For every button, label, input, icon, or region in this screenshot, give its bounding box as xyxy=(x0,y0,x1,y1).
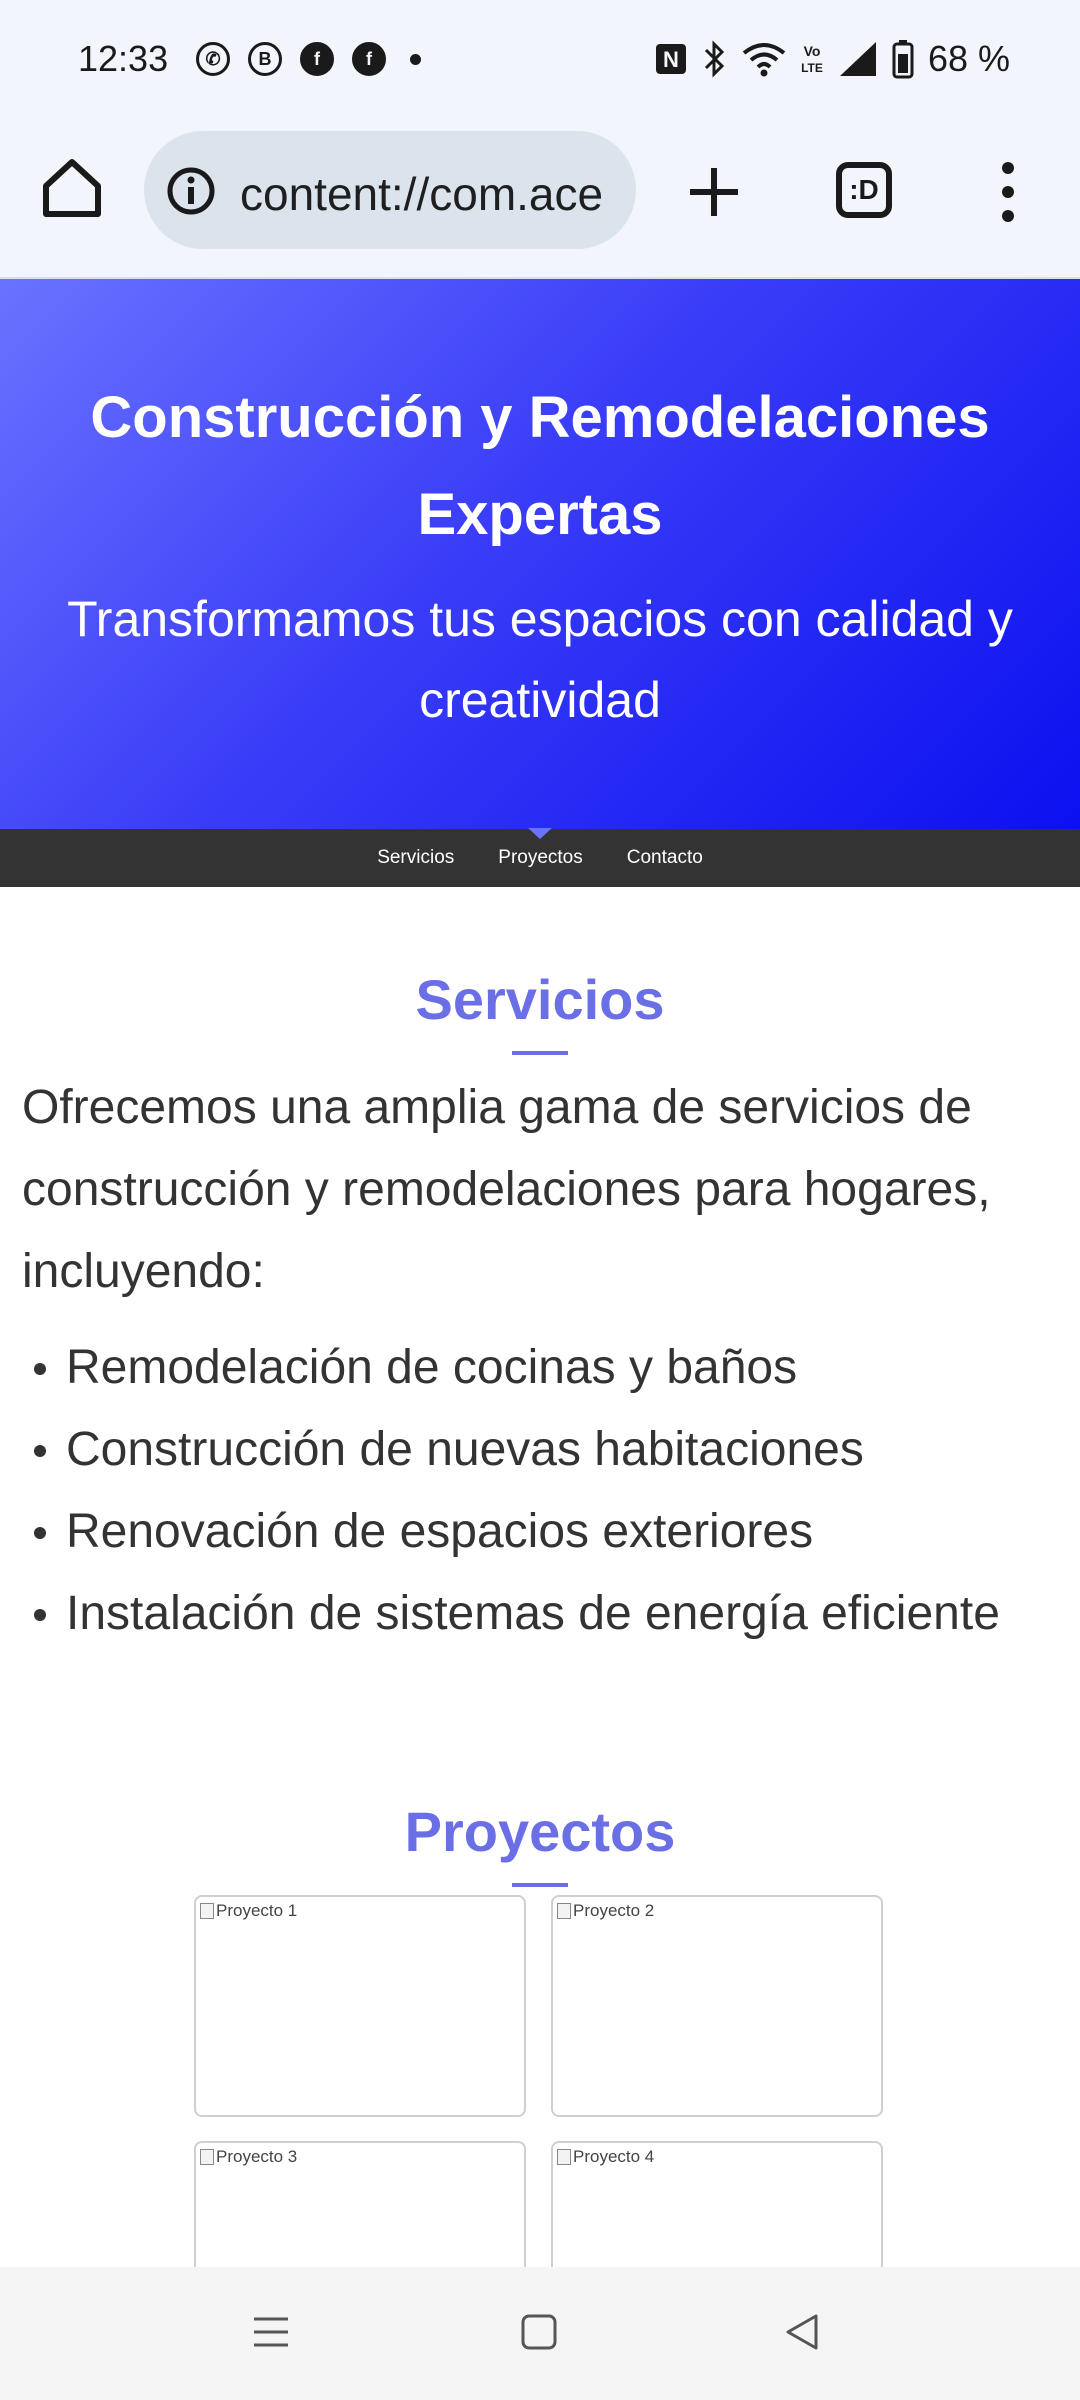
nav-link-contacto[interactable]: Contacto xyxy=(627,847,703,869)
services-title: Servicios xyxy=(415,968,665,1031)
project-image-alt: Proyecto 3 xyxy=(200,2147,297,2167)
home-icon[interactable] xyxy=(36,152,108,224)
services-title-underline xyxy=(512,1051,568,1055)
volte-icon: Vo LTE xyxy=(801,43,823,75)
home-nav-icon[interactable] xyxy=(518,2311,560,2353)
list-item: Remodelación de cocinas y baños xyxy=(22,1327,1062,1409)
svg-text:N: N xyxy=(663,47,679,72)
recent-apps-icon[interactable] xyxy=(250,2311,292,2353)
hero-banner: Construcción y Remodelaciones Expertas T… xyxy=(0,279,1080,829)
broken-image-icon xyxy=(557,2149,571,2165)
projects-title: Proyectos xyxy=(404,1800,676,1863)
battery-percent: 68 % xyxy=(927,38,1010,79)
project-image-alt: Proyecto 2 xyxy=(557,1901,654,1921)
info-icon[interactable] xyxy=(166,166,216,216)
svg-text:Vo: Vo xyxy=(804,43,821,59)
hero-subtitle: Transformamos tus espacios con calidad y… xyxy=(67,591,1013,728)
more-menu-icon[interactable] xyxy=(984,162,1032,222)
back-icon[interactable] xyxy=(782,2311,824,2353)
address-bar[interactable]: content://com.ace xyxy=(144,131,636,249)
svg-text:LTE: LTE xyxy=(801,61,823,75)
nav-link-servicios[interactable]: Servicios xyxy=(377,847,454,869)
status-bar: 12:33 ✆ B f f N Vo LTE 68 % xyxy=(0,0,1080,122)
url-text[interactable]: content://com.ace xyxy=(240,167,603,221)
broken-image-icon xyxy=(200,1903,214,1919)
site-nav: Servicios Proyectos Contacto xyxy=(0,828,1080,887)
project-image-1[interactable]: Proyecto 1 xyxy=(194,1895,526,2117)
status-time: 12:33 xyxy=(78,38,169,79)
more-notifications-dot xyxy=(410,53,421,65)
project-image-alt: Proyecto 1 xyxy=(200,1901,297,1921)
list-item: Renovación de espacios exteriores xyxy=(22,1491,1062,1573)
wifi-icon xyxy=(742,43,786,77)
nav-caret xyxy=(528,828,552,839)
tab-switcher-button[interactable]: :D xyxy=(836,162,892,218)
new-tab-icon[interactable] xyxy=(682,160,746,224)
bluetooth-icon xyxy=(704,40,725,78)
project-image-alt: Proyecto 4 xyxy=(557,2147,654,2167)
list-item: Instalación de sistemas de energía efici… xyxy=(22,1573,1062,1655)
broken-image-icon xyxy=(200,2149,214,2165)
browser-toolbar: content://com.ace :D xyxy=(0,122,1080,279)
battery-icon xyxy=(892,40,914,79)
project-image-2[interactable]: Proyecto 2 xyxy=(551,1895,883,2117)
services-list: Remodelación de cocinas y baños Construc… xyxy=(22,1327,1062,1655)
system-icons: N Vo LTE 68 % xyxy=(654,38,1010,80)
nfc-icon: N xyxy=(655,44,686,74)
business-whatsapp-icon: B xyxy=(248,42,282,76)
list-item: Construcción de nuevas habitaciones xyxy=(22,1409,1062,1491)
facebook-icon: f xyxy=(352,42,386,76)
hero-title: Construcción y Remodelaciones Expertas xyxy=(90,385,990,547)
system-navigation-bar xyxy=(0,2267,1080,2400)
broken-image-icon xyxy=(557,1903,571,1919)
projects-title-underline xyxy=(512,1883,568,1887)
services-intro: Ofrecemos una amplia gama de servicios d… xyxy=(22,1081,991,1298)
tab-switcher-icon: :D xyxy=(849,174,879,205)
whatsapp-icon: ✆ xyxy=(196,42,230,76)
notification-icons: ✆ B f f xyxy=(196,42,421,76)
nav-link-proyectos[interactable]: Proyectos xyxy=(498,847,582,869)
page-content: Servicios Ofrecemos una amplia gama de s… xyxy=(0,887,1080,2363)
signal-icon xyxy=(839,42,876,76)
facebook-icon: f xyxy=(300,42,334,76)
